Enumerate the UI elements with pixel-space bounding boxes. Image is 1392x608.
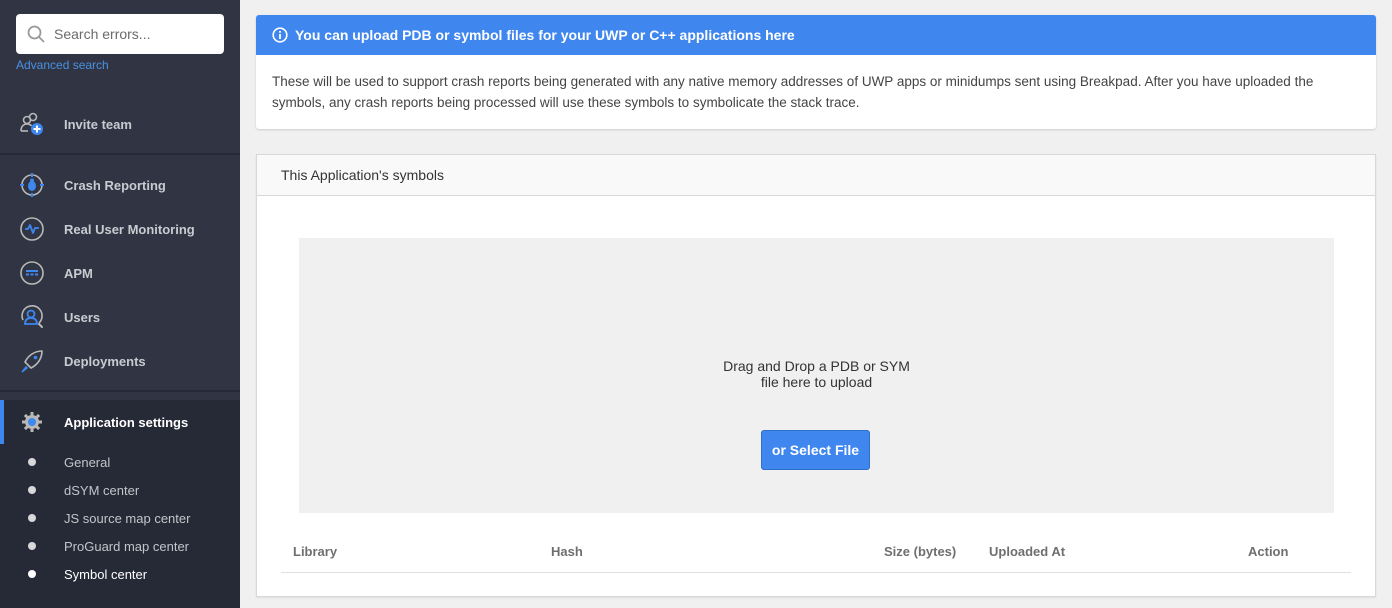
symbols-table-header: Library Hash Size (bytes) Uploaded At Ac… (281, 533, 1351, 573)
info-banner: You can upload PDB or symbol files for y… (256, 15, 1376, 55)
dropzone-line-2: file here to upload (760, 374, 873, 390)
settings-item-label: Symbol center (64, 566, 148, 582)
rocket-icon (21, 350, 43, 373)
invite-team-button[interactable]: Invite team (0, 102, 240, 146)
search-input[interactable] (54, 26, 214, 42)
sidebar: Advanced search Invite team Crash Report… (0, 0, 240, 608)
settings-item-general[interactable]: General (0, 448, 240, 476)
sidebar-item-label: Users (64, 309, 101, 325)
info-icon (272, 27, 288, 43)
bullet-icon (28, 458, 36, 466)
sidebar-item-apm[interactable]: APM (0, 251, 240, 295)
sidebar-divider (0, 153, 240, 155)
column-header-library[interactable]: Library (293, 544, 337, 559)
settings-item-label: General (64, 454, 111, 470)
users-icon (21, 305, 43, 328)
symbols-panel: This Application's symbols Drag and Drop… (256, 154, 1376, 597)
dropzone-instructions: Drag and Drop a PDB or SYM file here to … (299, 358, 1334, 390)
settings-item-symbol-center[interactable]: Symbol center (0, 560, 240, 588)
advanced-search-link[interactable]: Advanced search (16, 58, 109, 72)
sidebar-item-label: Deployments (64, 353, 146, 369)
symbols-panel-title: This Application's symbols (257, 155, 1375, 196)
sidebar-item-label: Application settings (64, 414, 189, 430)
settings-item-label: dSYM center (64, 482, 140, 498)
sidebar-item-application-settings[interactable]: Application settings (0, 400, 240, 444)
crash-reporting-icon (20, 173, 44, 197)
file-dropzone[interactable]: Drag and Drop a PDB or SYM file here to … (299, 238, 1334, 513)
sidebar-item-label: Crash Reporting (64, 177, 166, 193)
active-indicator (0, 400, 4, 444)
settings-item-proguard-map-center[interactable]: ProGuard map center (0, 532, 240, 560)
dropzone-line-1: Drag and Drop a PDB or SYM (723, 358, 910, 374)
application-settings-section: Application settings General dSYM center… (0, 400, 240, 608)
settings-item-dsym-center[interactable]: dSYM center (0, 476, 240, 504)
column-header-uploaded-at[interactable]: Uploaded At (989, 544, 1065, 559)
settings-item-label: JS source map center (64, 510, 191, 526)
bullet-icon (28, 514, 36, 522)
info-panel: You can upload PDB or symbol files for y… (256, 15, 1376, 129)
gear-icon (22, 412, 42, 432)
column-header-action: Action (1248, 544, 1289, 559)
invite-team-label: Invite team (64, 116, 132, 132)
bullet-icon (28, 542, 36, 550)
bullet-icon (28, 570, 36, 578)
sidebar-divider (0, 390, 240, 392)
apm-icon (20, 261, 44, 285)
column-header-size[interactable]: Size (bytes) (884, 544, 956, 559)
select-file-button[interactable]: or Select File (761, 430, 870, 470)
info-description: These will be used to support crash repo… (272, 74, 1314, 110)
settings-item-label: ProGuard map center (64, 538, 190, 554)
sidebar-item-label: Real User Monitoring (64, 221, 195, 237)
search-box[interactable] (16, 14, 224, 54)
rum-pulse-icon (20, 217, 44, 241)
info-title: You can upload PDB or symbol files for y… (295, 27, 795, 43)
sidebar-item-users[interactable]: Users (0, 295, 240, 339)
sidebar-item-deployments[interactable]: Deployments (0, 339, 240, 383)
invite-team-icon (20, 112, 43, 135)
sidebar-item-label: APM (64, 265, 93, 281)
column-header-hash[interactable]: Hash (551, 544, 583, 559)
search-icon (27, 25, 45, 43)
sidebar-item-crash-reporting[interactable]: Crash Reporting (0, 163, 240, 207)
settings-item-js-source-map-center[interactable]: JS source map center (0, 504, 240, 532)
sidebar-item-real-user-monitoring[interactable]: Real User Monitoring (0, 207, 240, 251)
bullet-icon (28, 486, 36, 494)
